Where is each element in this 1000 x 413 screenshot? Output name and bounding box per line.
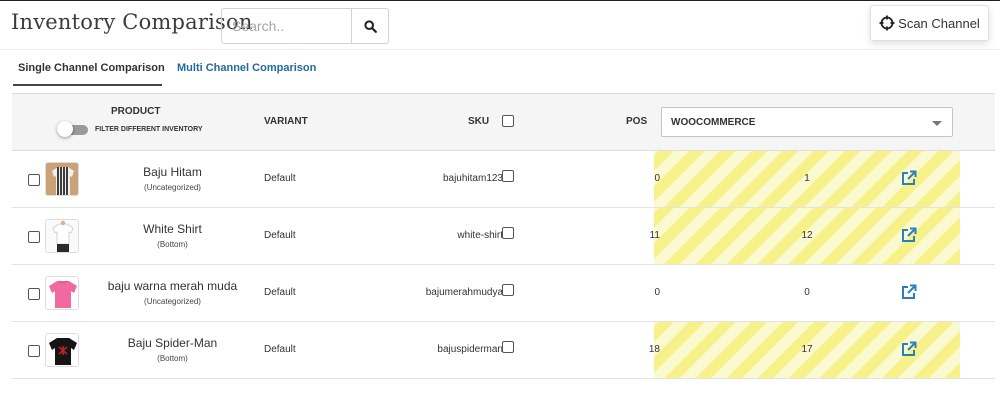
column-sku: SKU (468, 116, 490, 127)
tab-single-channel[interactable]: Single Channel Comparison (18, 62, 165, 74)
product-category: (Uncategorized) (144, 297, 201, 306)
caret-down-icon (932, 121, 942, 126)
channel-select-value: WOOCOMMERCE (671, 117, 756, 128)
external-link-icon[interactable] (901, 227, 917, 243)
external-link-icon[interactable] (901, 284, 917, 300)
product-name: Baju Hitam (143, 165, 202, 179)
inventory-table: PRODUCT FILTER DIFFERENT INVENTORY VARIA… (12, 93, 995, 379)
variant-cell: Default (264, 287, 296, 298)
channel-select[interactable]: WOOCOMMERCE (661, 107, 953, 137)
product-name: baju warna merah muda (107, 279, 238, 293)
sku-cell: bajumerahmudya (425, 287, 503, 298)
scan-channel-label: Scan Channel (898, 15, 980, 31)
pink-shirt-image (46, 277, 78, 309)
column-pos: POS (626, 116, 648, 127)
column-product: PRODUCT (111, 106, 161, 117)
row-select-checkbox[interactable] (28, 174, 40, 186)
row-select-checkbox[interactable] (28, 231, 40, 243)
black-spiderman-shirt-image (46, 334, 78, 366)
product-name: White Shirt (143, 222, 202, 236)
external-link-icon[interactable] (901, 341, 917, 357)
product-thumbnail (45, 333, 79, 367)
striped-shirt-image (46, 163, 78, 195)
table-row: Baju Hitam (Uncategorized) Default bajuh… (12, 151, 995, 208)
top-border-line (0, 0, 1000, 1)
table-row: baju warna merah muda (Uncategorized) De… (12, 265, 995, 322)
table-header: PRODUCT FILTER DIFFERENT INVENTORY VARIA… (12, 93, 995, 151)
product-name: Baju Spider-Man (127, 336, 218, 350)
search-icon (363, 19, 377, 33)
toggle-knob (57, 121, 73, 137)
product-category: (Bottom) (157, 240, 188, 249)
page-title: Inventory Comparison (11, 10, 253, 34)
product-thumbnail (45, 276, 79, 310)
active-tab-indicator (13, 84, 162, 86)
sku-cell: bajuspiderman (437, 344, 503, 355)
table-row: Baju Spider-Man (Bottom) Default bajuspi… (12, 322, 995, 379)
row-select-checkbox[interactable] (28, 345, 40, 357)
crosshair-icon (879, 15, 895, 31)
search-input[interactable] (222, 9, 352, 43)
search-button[interactable] (352, 9, 388, 43)
product-category: (Bottom) (157, 354, 188, 363)
external-link-icon[interactable] (901, 170, 917, 186)
sku-checkbox[interactable] (502, 227, 514, 239)
filter-different-label: FILTER DIFFERENT INVENTORY (95, 126, 203, 133)
sku-cell: white-shirt (457, 230, 503, 241)
row-select-checkbox[interactable] (28, 288, 40, 300)
column-variant: VARIANT (264, 116, 308, 127)
scan-channel-button[interactable]: Scan Channel (870, 5, 989, 41)
variant-cell: Default (264, 173, 296, 184)
sku-checkbox[interactable] (502, 170, 514, 182)
variant-cell: Default (264, 230, 296, 241)
sku-checkbox[interactable] (502, 341, 514, 353)
filter-different-toggle[interactable] (57, 121, 89, 137)
header-divider (0, 49, 1000, 50)
variant-cell: Default (264, 344, 296, 355)
product-thumbnail (45, 162, 79, 196)
product-category: (Uncategorized) (144, 183, 201, 192)
sku-select-all-checkbox[interactable] (502, 115, 514, 127)
search-box (221, 8, 389, 44)
sku-cell: bajuhitam123 (442, 173, 503, 184)
sku-checkbox[interactable] (502, 284, 514, 296)
tab-multi-channel[interactable]: Multi Channel Comparison (177, 62, 316, 74)
white-shirt-image (46, 220, 78, 252)
product-thumbnail (45, 219, 79, 253)
table-row: White Shirt (Bottom) Default white-shirt… (12, 208, 995, 265)
